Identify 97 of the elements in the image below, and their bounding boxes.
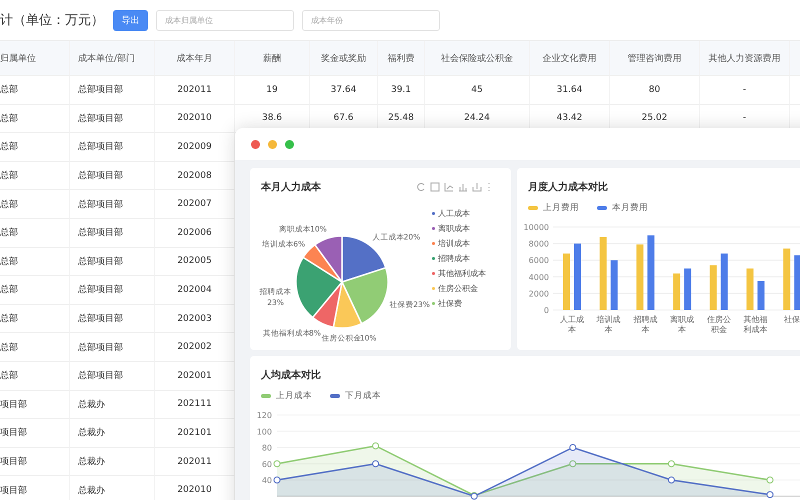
table-cell: 总部 — [0, 333, 70, 361]
point — [569, 460, 576, 468]
table-cell: 项目部 — [0, 390, 70, 418]
column-header: 薪酬 — [235, 41, 310, 75]
axis-category-label: 离职成本 — [670, 315, 694, 334]
legend-label[interactable]: 上月费用 — [543, 202, 580, 214]
axis-tick-label: 120 — [256, 411, 272, 420]
table-cell: 总部 — [0, 218, 70, 247]
table-cell: 项目部 — [0, 476, 70, 500]
filter-field[interactable]: 成本年份 — [302, 10, 440, 30]
axis-tick-label: 40 — [262, 476, 272, 485]
point — [569, 444, 576, 451]
point — [274, 460, 280, 468]
table-cell: 总部项目部 — [70, 133, 155, 161]
point — [372, 460, 380, 468]
column-header: 归属单位 — [0, 41, 70, 75]
table-cell: 总部项目部 — [70, 276, 155, 304]
table-cell: 总部项目部 — [70, 248, 155, 276]
axis-tick-label: 2000 — [528, 289, 550, 298]
axis-tick-label: 6000 — [528, 256, 550, 266]
axis-category-label: 培训成本 — [596, 315, 621, 334]
table-cell: 总部 — [0, 248, 70, 276]
legend-label[interactable]: 社保费 — [438, 298, 462, 309]
column-header: 企业文化费用 — [530, 41, 610, 75]
axis-category-label: 社保 — [784, 315, 800, 324]
chart-title: 月度人力成本对比 — [528, 180, 608, 194]
table-cell: 39.1 — [378, 76, 425, 104]
point — [766, 491, 774, 498]
table-cell: 总部 — [0, 162, 70, 190]
point — [668, 476, 675, 484]
table-cell: 总部 — [0, 362, 70, 390]
table-cell: 总部 — [0, 104, 70, 132]
axis-category-label: 其他福利成本 — [744, 315, 768, 334]
table-cell: 80 — [610, 76, 700, 104]
table-cell: 总部项目部 — [70, 218, 155, 247]
table-cell: - — [700, 76, 790, 104]
table-cell: 总部项目部 — [70, 76, 155, 104]
page-title: 计（单位：万元） — [0, 12, 105, 29]
axis-tick-label: 0 — [544, 306, 550, 315]
table-cell: 项目部 — [0, 419, 70, 447]
axis-category-label: 人工成本 — [560, 315, 584, 334]
table-cell: 项目部 — [0, 448, 70, 476]
point — [372, 442, 380, 450]
axis-tick-label: 8000 — [528, 240, 550, 249]
column-header: 福利费 — [378, 41, 425, 75]
column-header: 成本年月 — [155, 41, 235, 75]
legend-label[interactable]: 其他福利成本 — [438, 268, 486, 279]
table-cell: 总部项目部 — [70, 304, 155, 332]
table-cell: 总部项目部 — [70, 104, 155, 132]
legend-label[interactable]: 住房公积金 — [438, 283, 478, 294]
table-cell: 总部 — [0, 276, 70, 304]
table-cell: 总裁办 — [70, 448, 155, 476]
legend-label[interactable]: 人工成本 — [438, 208, 470, 219]
legend-label[interactable]: 招聘成本 — [438, 253, 470, 264]
table-cell: 19 — [235, 76, 310, 104]
table-cell: 31.64 — [530, 76, 610, 104]
point — [274, 476, 280, 484]
column-header: 社会保险或公积金 — [425, 41, 530, 75]
axis-category-label: 招聘成本 — [634, 315, 658, 334]
table-cell: 总部 — [0, 190, 70, 218]
table-cell: 总裁办 — [70, 476, 155, 500]
axis-tick-label: 100 — [256, 427, 272, 436]
table-cell: 总部 — [0, 133, 70, 161]
filter-field[interactable]: 成本归属单位 — [156, 10, 294, 30]
axis-category-label: 住房公积金 — [707, 315, 731, 334]
table-cell: 总部项目部 — [70, 190, 155, 218]
legend-label[interactable]: 离职成本 — [438, 223, 470, 234]
table-cell: 总部 — [0, 76, 70, 104]
axis-tick-label: 4000 — [528, 272, 550, 282]
close-icon[interactable] — [251, 140, 260, 148]
column-header: 奖金或奖励 — [310, 41, 378, 75]
table-cell: 37.64 — [310, 76, 378, 104]
column-header: 其他人力资源费用 — [700, 41, 790, 75]
column-header: 成本单位/部门 — [70, 41, 155, 75]
axis-tick-label: 10000 — [524, 223, 550, 232]
point — [668, 460, 675, 468]
table-cell: 总部项目部 — [70, 162, 155, 190]
table-cell: 202011 — [155, 76, 235, 104]
minimize-icon[interactable] — [268, 140, 277, 148]
table-cell: 45 — [425, 76, 530, 104]
table-cell: 总部 — [0, 304, 70, 332]
chart-title: 本月人力成本 — [261, 180, 321, 194]
table-cell: 总裁办 — [70, 390, 155, 418]
chart-title: 人均成本对比 — [261, 368, 321, 382]
legend-label[interactable]: 培训成本 — [438, 238, 470, 249]
table-cell: 202010 — [155, 104, 235, 132]
axis-tick-label: 60 — [262, 460, 272, 469]
point — [766, 476, 774, 484]
column-header: 管理咨询费用 — [610, 41, 700, 75]
maximize-icon[interactable] — [285, 140, 294, 148]
legend-label[interactable]: 下月成本 — [345, 390, 381, 402]
table-cell: 总裁办 — [70, 419, 155, 447]
legend-label[interactable]: 上月成本 — [276, 390, 312, 402]
axis-tick-label: 80 — [262, 444, 272, 452]
table-cell: 总部项目部 — [70, 333, 155, 361]
legend-label[interactable]: 本月费用 — [612, 202, 648, 214]
table-cell: 总部项目部 — [70, 362, 155, 390]
